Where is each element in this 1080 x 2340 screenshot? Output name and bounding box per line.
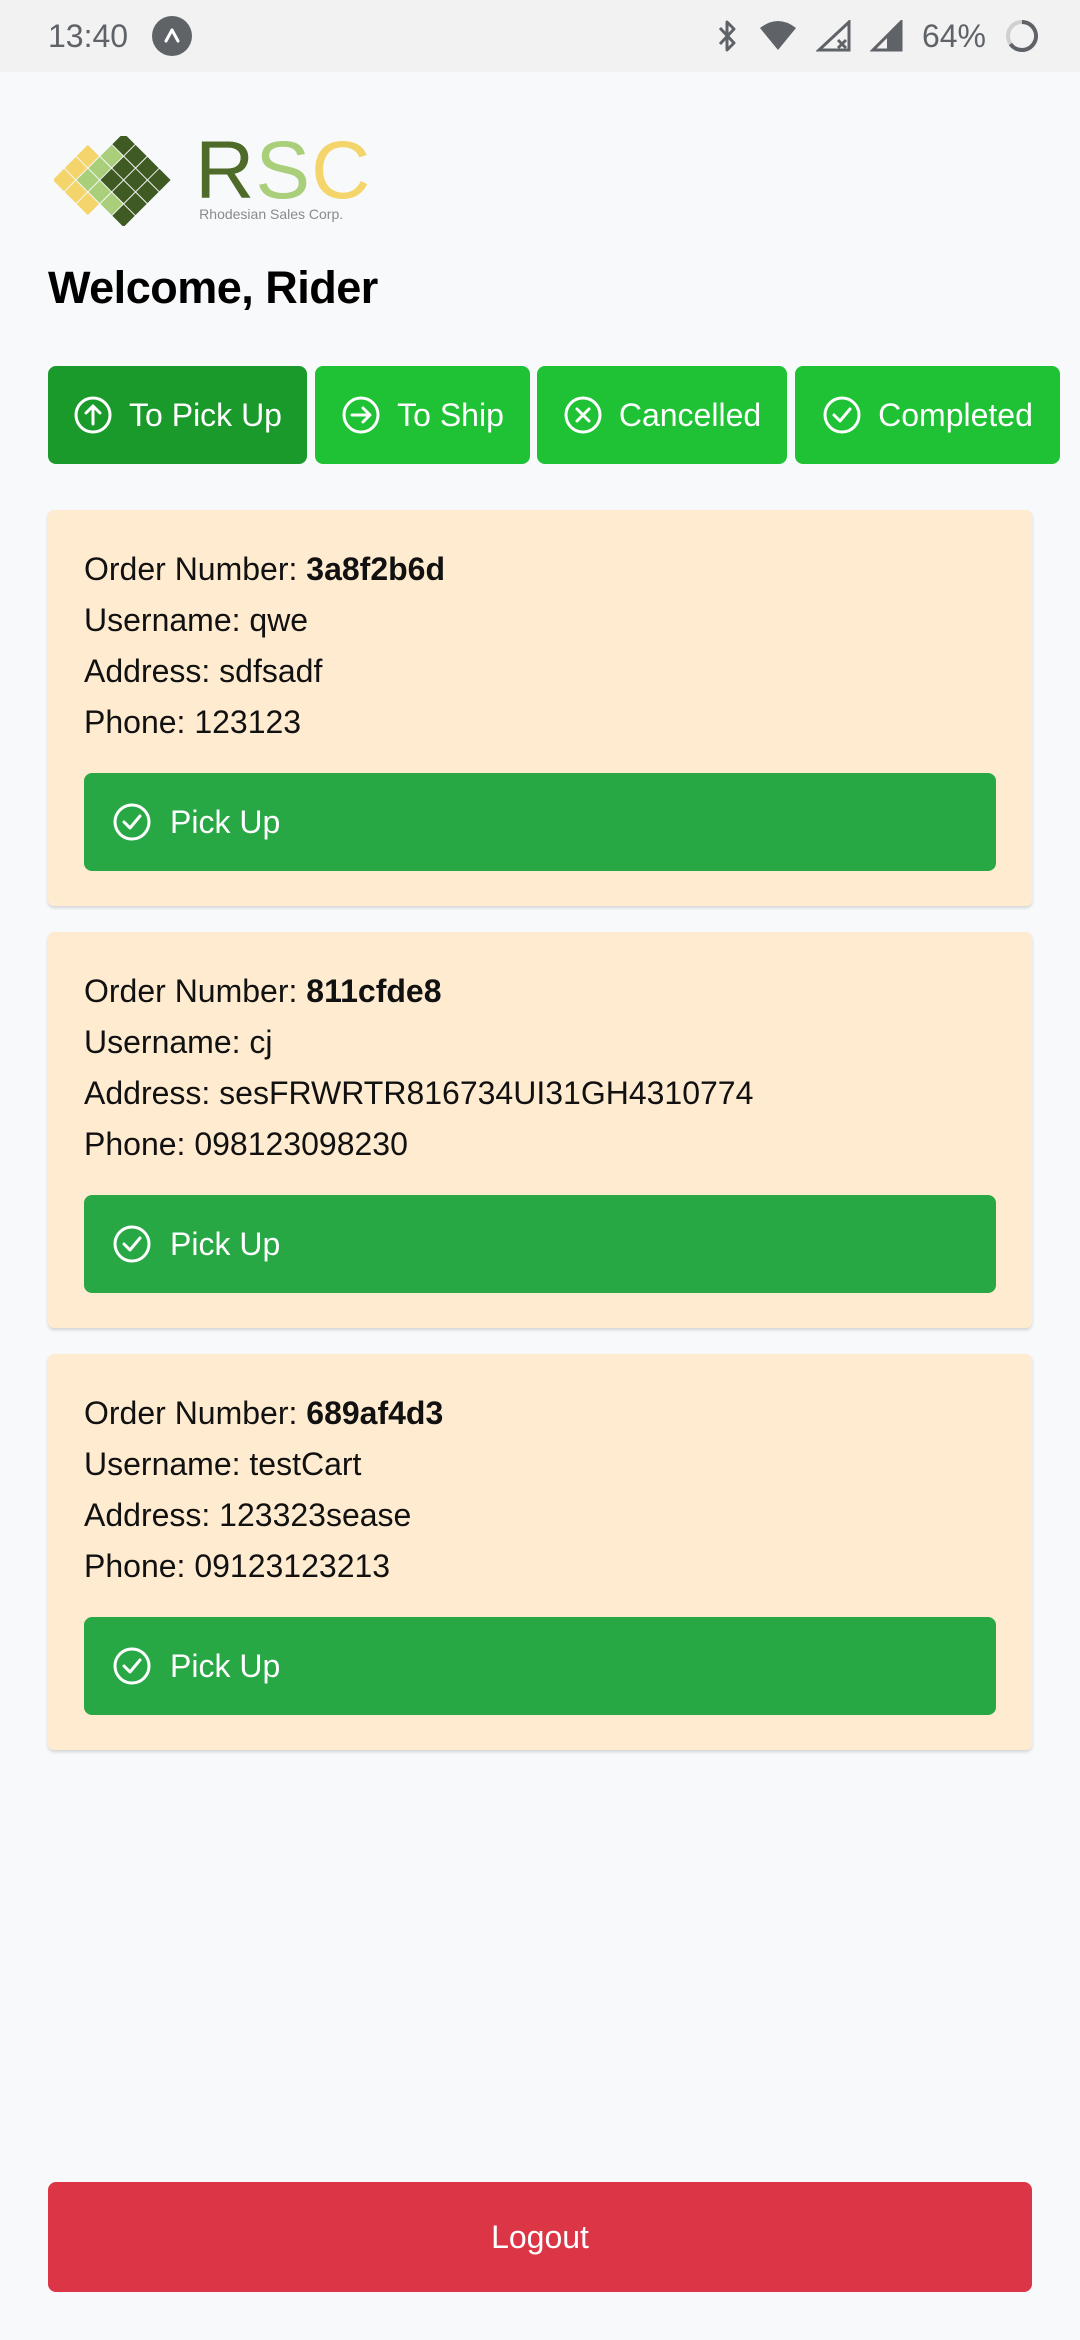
order-card: Order Number: 689af4d3 Username: testCar…: [48, 1354, 1032, 1750]
address-line: Address: sesFRWRTR816734UI31GH4310774: [84, 1068, 996, 1119]
order-number-label: Order Number:: [84, 1395, 307, 1431]
username-label: Username:: [84, 602, 250, 638]
x-circle-icon: [564, 396, 602, 434]
phone-line: Phone: 098123098230: [84, 1119, 996, 1170]
battery-icon: [1004, 18, 1040, 54]
order-number-line: Order Number: 3a8f2b6d: [84, 544, 996, 595]
address-label: Address:: [84, 1497, 220, 1533]
order-card: Order Number: 811cfde8 Username: cj Addr…: [48, 932, 1032, 1328]
username-label: Username:: [84, 1446, 250, 1482]
signal-icon: [869, 20, 904, 52]
phone-value: 09123123213: [194, 1548, 391, 1584]
order-number-label: Order Number:: [84, 551, 307, 587]
check-circle-icon: [113, 1225, 151, 1263]
address-value: 123323sease: [219, 1497, 412, 1533]
tab-label: To Ship: [397, 396, 504, 433]
address-line: Address: sdfsadf: [84, 646, 996, 697]
check-circle-icon: [113, 1647, 151, 1685]
username-value: qwe: [249, 602, 309, 638]
status-bar: 13:40 64%: [0, 0, 1080, 72]
username-line: Username: testCart: [84, 1439, 996, 1490]
logo-wordmark: RSC Rhodesian Sales Corp.: [195, 130, 384, 226]
check-circle-icon: [113, 803, 151, 841]
bluetooth-icon: [716, 19, 740, 53]
phone-label: Phone:: [84, 704, 195, 740]
battery-percent: 64%: [921, 17, 986, 54]
check-circle-icon: [823, 396, 861, 434]
phone-label: Phone:: [84, 1126, 195, 1162]
pick-up-label: Pick Up: [170, 1225, 281, 1262]
order-number-value: 811cfde8: [306, 973, 442, 1009]
tab-completed[interactable]: Completed: [795, 366, 1060, 464]
username-line: Username: cj: [84, 1017, 996, 1068]
pick-up-button[interactable]: Pick Up: [84, 1617, 996, 1715]
phone-line: Phone: 123123: [84, 697, 996, 748]
arrow-right-circle-icon: [342, 396, 380, 434]
pick-up-label: Pick Up: [170, 1647, 281, 1684]
order-number-label: Order Number:: [84, 973, 307, 1009]
address-line: Address: 123323sease: [84, 1490, 996, 1541]
arrow-up-circle-icon: [74, 396, 112, 434]
address-value: sdfsadf: [219, 653, 323, 689]
phone-value: 098123098230: [194, 1126, 408, 1162]
tab-label: Cancelled: [618, 396, 762, 433]
logo-letter-s: S: [255, 125, 312, 216]
logo-letter-r: R: [195, 125, 256, 216]
tab-cancelled[interactable]: Cancelled: [537, 366, 787, 464]
status-time: 13:40: [48, 17, 129, 54]
order-number-value: 3a8f2b6d: [306, 551, 446, 587]
logo-letter-c: C: [311, 125, 372, 216]
phone-line: Phone: 09123123213: [84, 1541, 996, 1592]
username-value: testCart: [249, 1446, 362, 1482]
signal-off-icon: [815, 20, 852, 52]
tab-to-ship[interactable]: To Ship: [315, 366, 530, 464]
logo-subtitle: Rhodesian Sales Corp.: [199, 206, 344, 222]
logo-diamond-mark: [54, 136, 171, 226]
company-logo: RSC Rhodesian Sales Corp.: [54, 130, 384, 226]
pick-up-button[interactable]: Pick Up: [84, 1195, 996, 1293]
username-value: cj: [249, 1024, 273, 1060]
pick-up-button[interactable]: Pick Up: [84, 773, 996, 871]
logout-button[interactable]: Logout: [48, 2182, 1032, 2292]
phone-label: Phone:: [84, 1548, 195, 1584]
phone-value: 123123: [194, 704, 302, 740]
logout-label: Logout: [491, 2218, 589, 2255]
app-notification-icon: [152, 16, 193, 56]
wifi-icon: [758, 20, 798, 52]
order-card: Order Number: 3a8f2b6d Username: qwe Add…: [48, 510, 1032, 906]
tab-label: Completed: [878, 396, 1033, 433]
pick-up-label: Pick Up: [170, 803, 281, 840]
username-label: Username:: [84, 1024, 250, 1060]
address-label: Address:: [84, 653, 220, 689]
order-number-value: 689af4d3: [306, 1395, 444, 1431]
address-label: Address:: [84, 1075, 220, 1111]
order-number-line: Order Number: 689af4d3: [84, 1388, 996, 1439]
welcome-heading: Welcome, Rider: [48, 262, 378, 313]
order-number-line: Order Number: 811cfde8: [84, 966, 996, 1017]
tab-to-pick-up[interactable]: To Pick Up: [48, 366, 307, 464]
username-line: Username: qwe: [84, 595, 996, 646]
tab-label: To Pick Up: [129, 396, 282, 433]
address-value: sesFRWRTR816734UI31GH4310774: [219, 1075, 754, 1111]
